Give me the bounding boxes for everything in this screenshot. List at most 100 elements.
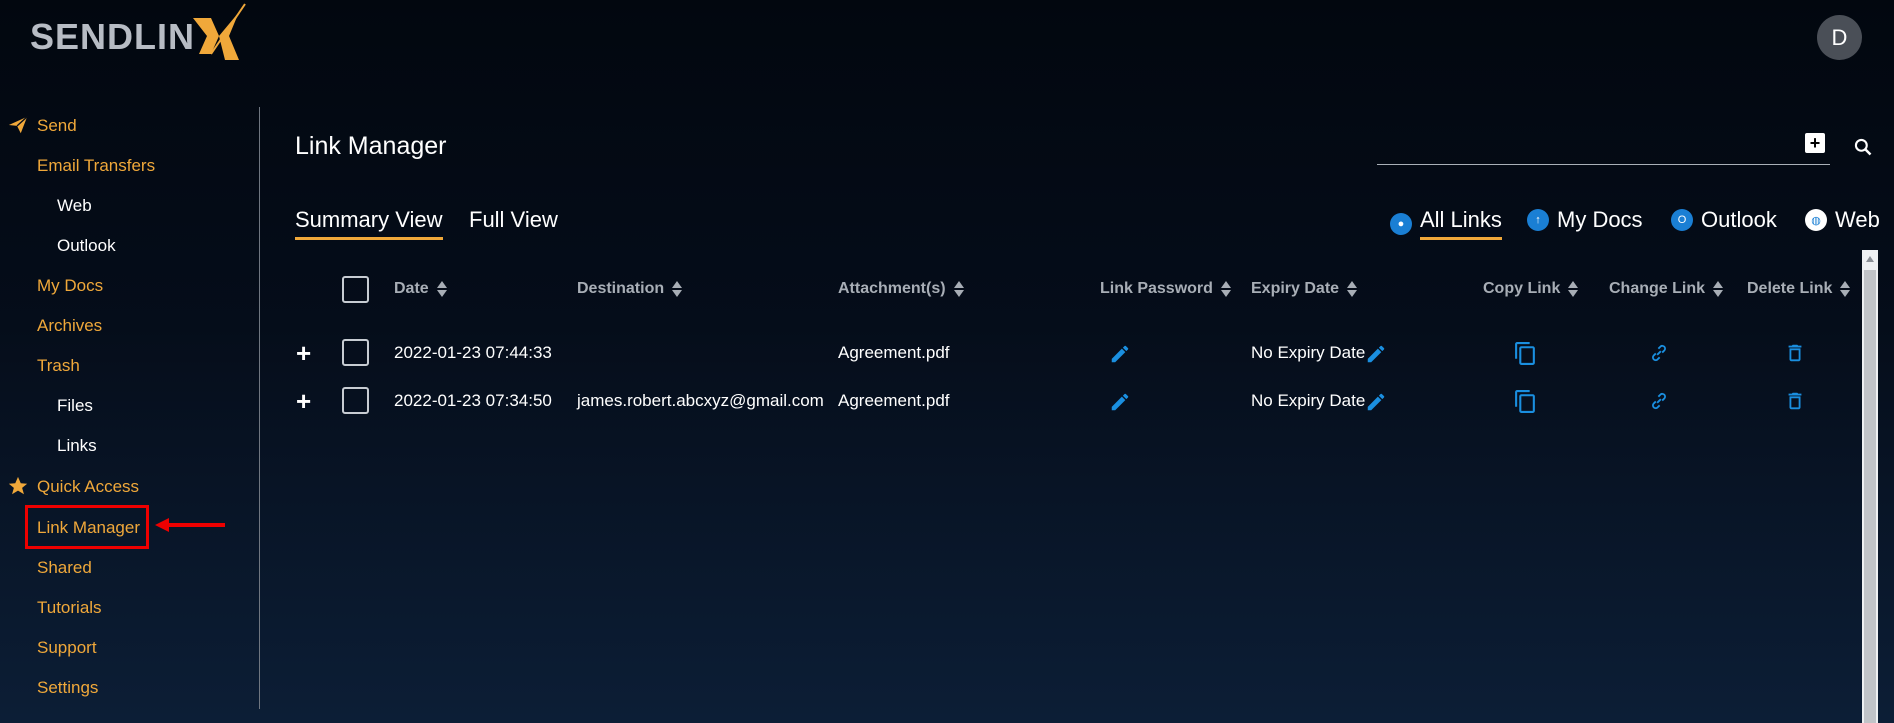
- row-attachment[interactable]: Agreement.pdf: [838, 391, 950, 411]
- column-header-destination[interactable]: Destination: [577, 280, 683, 298]
- sidebar-item-shared[interactable]: Shared: [37, 558, 92, 578]
- filter-web[interactable]: ◍ Web: [1805, 207, 1880, 233]
- add-link-button[interactable]: +: [1805, 133, 1825, 153]
- sidebar-item-my-docs[interactable]: My Docs: [37, 276, 103, 296]
- column-header-expiry-date[interactable]: Expiry Date: [1251, 280, 1358, 298]
- copy-link-icon[interactable]: [1513, 389, 1538, 414]
- sidebar-item-label: Links: [57, 436, 97, 455]
- sidebar-item-label: Support: [37, 638, 97, 657]
- filter-all-links[interactable]: ● All Links: [1390, 207, 1502, 240]
- sort-icon: [1713, 280, 1724, 298]
- search-input[interactable]: [1377, 164, 1830, 165]
- filter-label: My Docs: [1557, 207, 1643, 232]
- highlight-annotation-box: [25, 505, 149, 549]
- eye-icon: ●: [1390, 212, 1412, 235]
- sort-icon: [1840, 280, 1851, 298]
- sidebar-item-tutorials[interactable]: Tutorials: [37, 598, 102, 618]
- expand-row-button[interactable]: +: [296, 388, 311, 414]
- paper-plane-icon: [8, 116, 28, 134]
- copy-link-icon[interactable]: [1513, 341, 1538, 366]
- column-header-change-link[interactable]: Change Link: [1609, 280, 1724, 298]
- sidebar-item-send[interactable]: Send: [8, 116, 77, 136]
- row-date: 2022-01-23 07:44:33: [394, 343, 552, 362]
- change-link-chain-icon[interactable]: [1648, 390, 1670, 412]
- user-avatar[interactable]: D: [1817, 15, 1862, 60]
- header-label: Date: [394, 280, 429, 297]
- filter-my-docs[interactable]: ↑ My Docs: [1527, 207, 1643, 233]
- header-label: Destination: [577, 280, 665, 297]
- sidebar-item-label: Web: [57, 196, 92, 215]
- sort-icon: [1220, 280, 1231, 298]
- filter-label: All Links: [1420, 207, 1502, 240]
- sort-icon: [672, 280, 683, 298]
- scroll-up-icon[interactable]: [1866, 256, 1874, 262]
- header-label: Link Password: [1100, 280, 1213, 297]
- sidebar-item-label: My Docs: [37, 276, 104, 295]
- sidebar-item-support[interactable]: Support: [37, 638, 97, 658]
- column-header-date[interactable]: Date: [394, 280, 447, 298]
- logo-x-mark: [193, 3, 246, 60]
- sort-icon: [1347, 280, 1358, 298]
- filter-label: Web: [1835, 207, 1880, 232]
- sidebar-item-archives[interactable]: Archives: [37, 316, 102, 336]
- outlook-icon: O: [1671, 209, 1693, 231]
- search-icon[interactable]: [1853, 137, 1873, 157]
- sidebar-item-settings[interactable]: Settings: [37, 678, 98, 698]
- tab-full-view[interactable]: Full View: [469, 207, 558, 233]
- row-expiry-date: No Expiry Date: [1251, 343, 1366, 362]
- sidebar-item-label: Send: [37, 116, 77, 135]
- expand-row-button[interactable]: +: [296, 340, 311, 366]
- column-header-copy-link[interactable]: Copy Link: [1483, 280, 1579, 298]
- tab-summary-view[interactable]: Summary View: [295, 207, 443, 240]
- logo-text: SENDLIN: [30, 16, 196, 57]
- sidebar-item-outlook[interactable]: Outlook: [57, 236, 116, 256]
- sidebar-item-files[interactable]: Files: [57, 396, 93, 416]
- row-date: 2022-01-23 07:34:50: [394, 391, 552, 410]
- header-label: Change Link: [1609, 280, 1706, 297]
- sidebar-item-label: Outlook: [57, 236, 116, 255]
- row-destination: james.robert.abcxyz@gmail.com: [577, 391, 824, 410]
- sidebar-item-trash[interactable]: Trash: [37, 356, 80, 376]
- select-all-checkbox[interactable]: [342, 276, 369, 303]
- globe-icon: ◍: [1805, 209, 1827, 231]
- edit-expiry-pencil-icon[interactable]: [1365, 343, 1387, 365]
- column-header-link-password[interactable]: Link Password: [1100, 280, 1231, 298]
- arrow-left-annotation-icon: [155, 518, 225, 532]
- row-expiry-date: No Expiry Date: [1251, 391, 1366, 410]
- edit-password-pencil-icon[interactable]: [1109, 343, 1131, 365]
- header-label: Copy Link: [1483, 280, 1561, 297]
- change-link-chain-icon[interactable]: [1648, 342, 1670, 364]
- row-checkbox[interactable]: [342, 339, 369, 366]
- sidebar-item-label: Archives: [37, 316, 103, 335]
- filter-outlook[interactable]: O Outlook: [1671, 207, 1777, 233]
- sort-icon: [1568, 280, 1579, 298]
- sidebar-item-label: Settings: [37, 678, 99, 697]
- row-checkbox[interactable]: [342, 387, 369, 414]
- sidebar-item-quick-access[interactable]: Quick Access: [8, 476, 140, 497]
- page-title: Link Manager: [295, 132, 447, 160]
- edit-password-pencil-icon[interactable]: [1109, 391, 1131, 413]
- sidebar-item-email-transfers[interactable]: Email Transfers: [37, 156, 155, 176]
- column-header-attachments[interactable]: Attachment(s): [838, 280, 964, 298]
- scrollbar-thumb[interactable]: [1864, 270, 1876, 723]
- delete-trash-icon[interactable]: [1784, 390, 1806, 412]
- column-header-delete-link[interactable]: Delete Link: [1747, 280, 1851, 298]
- app-logo[interactable]: SENDLIN: [30, 2, 249, 72]
- sidebar-divider: [259, 107, 260, 709]
- filter-label: Outlook: [1701, 207, 1777, 232]
- sidebar-item-label: Tutorials: [37, 598, 102, 617]
- sidebar-item-label: Quick Access: [37, 477, 140, 496]
- delete-trash-icon[interactable]: [1784, 342, 1806, 364]
- header-label: Delete Link: [1747, 280, 1833, 297]
- table-scrollbar[interactable]: [1862, 250, 1878, 723]
- sidebar-item-web[interactable]: Web: [57, 196, 92, 216]
- header-label: Expiry Date: [1251, 280, 1340, 297]
- sort-icon: [953, 280, 964, 298]
- header-label: Attachment(s): [838, 280, 946, 297]
- edit-expiry-pencil-icon[interactable]: [1365, 391, 1387, 413]
- sidebar-item-links[interactable]: Links: [57, 436, 97, 456]
- upload-icon: ↑: [1527, 209, 1549, 231]
- sidebar-item-label: Email Transfers: [37, 156, 156, 175]
- row-attachment[interactable]: Agreement.pdf: [838, 343, 950, 363]
- sort-icon: [436, 280, 447, 298]
